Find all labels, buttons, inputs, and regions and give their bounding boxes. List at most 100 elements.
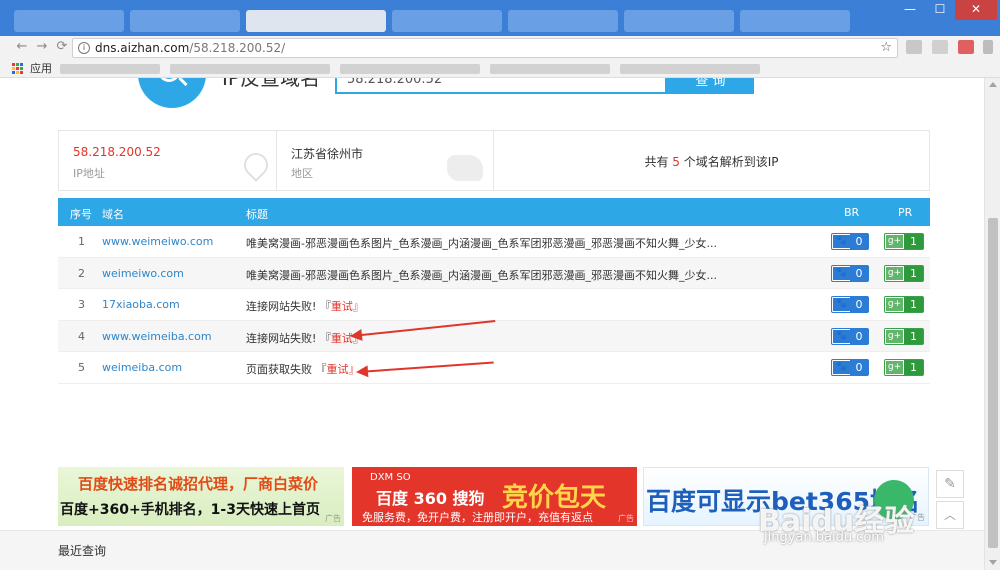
- site-logo[interactable]: [138, 78, 206, 108]
- region-label: 地区: [291, 167, 313, 180]
- browser-tab[interactable]: [130, 10, 240, 32]
- br-value: 0: [850, 265, 868, 281]
- search-button[interactable]: 查 询: [667, 78, 754, 94]
- google-plus-icon: g+: [886, 329, 903, 343]
- ip-cell: 58.218.200.52 IP地址: [59, 131, 277, 190]
- domain-count: 5: [672, 155, 680, 169]
- bookmark-item[interactable]: [490, 64, 610, 74]
- browser-tab[interactable]: [14, 10, 124, 32]
- apps-label[interactable]: 应用: [30, 60, 52, 77]
- apps-grid-icon[interactable]: [12, 63, 24, 75]
- site-info-icon[interactable]: i: [78, 42, 90, 54]
- pr-badge[interactable]: g+ 1: [884, 264, 924, 282]
- br-badge[interactable]: 🐾 0: [831, 264, 869, 282]
- row-number: 1: [78, 235, 85, 248]
- minimize-button[interactable]: —: [895, 0, 925, 20]
- page-scrollbar[interactable]: [984, 78, 1000, 570]
- forward-arrow-icon: →: [36, 39, 48, 54]
- ip-label: IP地址: [73, 167, 105, 180]
- ad-banner[interactable]: 百度快速排名诚招代理，厂商白菜价 百度+360+手机排名，1-3天快速上首页 广…: [58, 467, 344, 526]
- watermark-url: jingyan.baidu.com: [764, 530, 884, 545]
- ad-banner[interactable]: DXM SO 百度 360 搜狗 竞价包天 免服务费，免开户费，注册即开户，充值…: [352, 467, 637, 526]
- br-badge[interactable]: 🐾 0: [831, 359, 869, 376]
- pr-value: 1: [904, 234, 923, 249]
- retry-link[interactable]: 重试』: [327, 363, 360, 376]
- pr-badge[interactable]: g+ 1: [884, 233, 924, 250]
- close-icon: ✕: [970, 2, 982, 16]
- region-value: 江苏省徐州市: [291, 147, 364, 161]
- maximize-button[interactable]: ☐: [925, 0, 955, 20]
- count-prefix: 共有: [644, 155, 669, 169]
- table-row: 3 17xiaoba.com 连接网站失败! 『重试』 🐾 0 g+ 1: [58, 289, 930, 321]
- url-host: dns.aizhan.com: [95, 41, 190, 55]
- close-window-button[interactable]: ✕: [955, 0, 997, 20]
- magnifier-icon: [158, 78, 180, 82]
- chevron-up-icon[interactable]: ︿: [936, 501, 964, 529]
- extension-icon[interactable]: [906, 40, 922, 54]
- retry-link[interactable]: 重试』: [331, 300, 364, 313]
- back-button[interactable]: ←: [14, 39, 30, 55]
- baidu-paw-icon: 🐾: [833, 361, 850, 374]
- ad-headline: 百度 360 搜狗: [376, 489, 485, 508]
- row-title: 唯美窝漫画-邪恶漫画色系图片_色系漫画_内涵漫画_色系军团邪恶漫画_邪恶漫画不知…: [246, 267, 717, 283]
- browser-tab[interactable]: [740, 10, 850, 32]
- address-bar[interactable]: i dns.aizhan.com/58.218.200.52/ ☆: [72, 38, 898, 58]
- table-row: 4 www.weimeiba.com 连接网站失败! 『重试』 🐾 0 g+ 1: [58, 320, 930, 352]
- header-br: BR: [844, 206, 860, 219]
- browser-tab[interactable]: [392, 10, 502, 32]
- domain-link[interactable]: 17xiaoba.com: [102, 298, 180, 311]
- domain-link[interactable]: weimeiba.com: [102, 361, 182, 374]
- ip-search-input[interactable]: 58.218.200.52: [335, 78, 667, 94]
- ad-tag: 广告: [618, 514, 634, 523]
- pr-badge[interactable]: g+ 1: [884, 327, 924, 345]
- domain-link[interactable]: www.weimeiwo.com: [102, 235, 213, 248]
- reload-button[interactable]: ⟳: [54, 39, 70, 55]
- baidu-paw-icon: 🐾: [833, 235, 850, 248]
- back-arrow-icon: ←: [16, 39, 28, 54]
- scroll-down-icon[interactable]: [989, 560, 997, 565]
- reload-icon: ⟳: [56, 39, 68, 54]
- bookmark-item[interactable]: [170, 64, 330, 74]
- br-badge[interactable]: 🐾 0: [831, 233, 869, 250]
- pr-value: 1: [904, 360, 923, 375]
- bookmark-item[interactable]: [60, 64, 160, 74]
- window-titlebar: — ☐ ✕: [0, 0, 1000, 36]
- domain-count-text: 共有 5 个域名解析到该IP: [494, 153, 929, 170]
- pr-badge[interactable]: g+ 1: [884, 296, 924, 313]
- table-row: 1 www.weimeiwo.com 唯美窝漫画-邪恶漫画色系图片_色系漫画_内…: [58, 226, 930, 258]
- url-path: /58.218.200.52/: [189, 41, 286, 55]
- browser-tab[interactable]: [508, 10, 618, 32]
- forward-button[interactable]: →: [34, 39, 50, 55]
- baidu-paw-icon: 🐾: [833, 266, 850, 280]
- table-row: 2 weimeiwo.com 唯美窝漫画-邪恶漫画色系图片_色系漫画_内涵漫画_…: [58, 257, 930, 289]
- scroll-up-icon[interactable]: [989, 82, 997, 87]
- br-badge[interactable]: 🐾 0: [831, 296, 869, 313]
- domain-link[interactable]: www.weimeiba.com: [102, 330, 212, 343]
- bookmark-item[interactable]: [620, 64, 760, 74]
- baidu-paw-icon: 🐾: [833, 329, 850, 343]
- br-value: 0: [850, 360, 868, 375]
- bookmark-star-icon[interactable]: ☆: [880, 39, 892, 57]
- google-plus-icon: g+: [886, 298, 903, 311]
- page-brand-title: IP反查域名: [222, 78, 320, 90]
- br-badge[interactable]: 🐾 0: [831, 327, 869, 345]
- scrollbar-thumb[interactable]: [988, 218, 998, 548]
- extension-icon[interactable]: [957, 40, 974, 54]
- pr-value: 1: [904, 328, 923, 344]
- row-number: 2: [78, 266, 85, 280]
- header-pr: PR: [898, 206, 913, 219]
- ip-value: 58.218.200.52: [73, 145, 161, 159]
- menu-icon[interactable]: [983, 40, 994, 54]
- extension-icon[interactable]: [931, 40, 948, 54]
- bookmark-item[interactable]: [340, 64, 480, 74]
- browser-tab-active[interactable]: [246, 10, 386, 32]
- extension-area: [906, 40, 999, 57]
- browser-tab[interactable]: [624, 10, 734, 32]
- pr-badge[interactable]: g+ 1: [884, 359, 924, 376]
- address-url[interactable]: dns.aizhan.com/58.218.200.52/: [95, 39, 285, 57]
- pencil-icon[interactable]: ✎: [936, 470, 964, 498]
- magnifier-handle: [178, 78, 188, 87]
- domain-link[interactable]: weimeiwo.com: [102, 267, 184, 280]
- ad-subline: 免服务费，免开户费，注册即开户，充值有返点: [362, 511, 593, 524]
- baidu-paw-icon: 🐾: [833, 298, 850, 311]
